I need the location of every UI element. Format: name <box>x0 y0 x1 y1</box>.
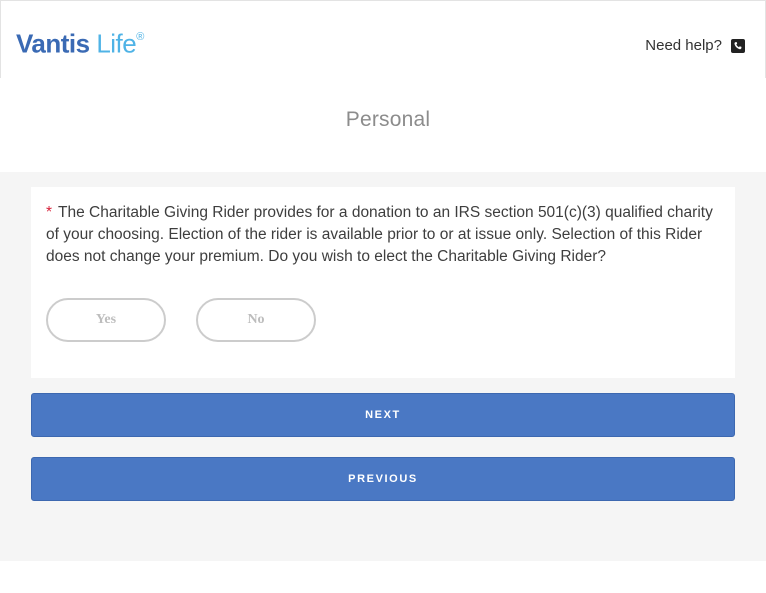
required-marker: * <box>46 204 53 221</box>
app-header: Vantis Life® Need help? <box>0 0 766 78</box>
question-text: The Charitable Giving Rider provides for… <box>46 204 713 265</box>
logo-text-secondary: Life <box>89 28 137 59</box>
phone-icon[interactable] <box>731 38 745 53</box>
yes-option-button[interactable]: Yes <box>46 298 166 342</box>
logo-text-primary: Vantis <box>16 28 90 59</box>
need-help-link[interactable]: Need help? <box>645 37 745 54</box>
registered-mark: ® <box>136 31 144 43</box>
question-text-block: * The Charitable Giving Rider provides fo… <box>46 202 716 268</box>
need-help-label: Need help? <box>645 37 722 54</box>
next-button[interactable]: NEXT <box>31 393 735 437</box>
previous-button[interactable]: PREVIOUS <box>31 457 735 501</box>
question-card: * The Charitable Giving Rider provides fo… <box>31 187 735 378</box>
vantis-life-logo[interactable]: Vantis Life® <box>16 25 144 59</box>
page-title: Personal <box>345 108 431 131</box>
no-option-button[interactable]: No <box>196 298 316 342</box>
